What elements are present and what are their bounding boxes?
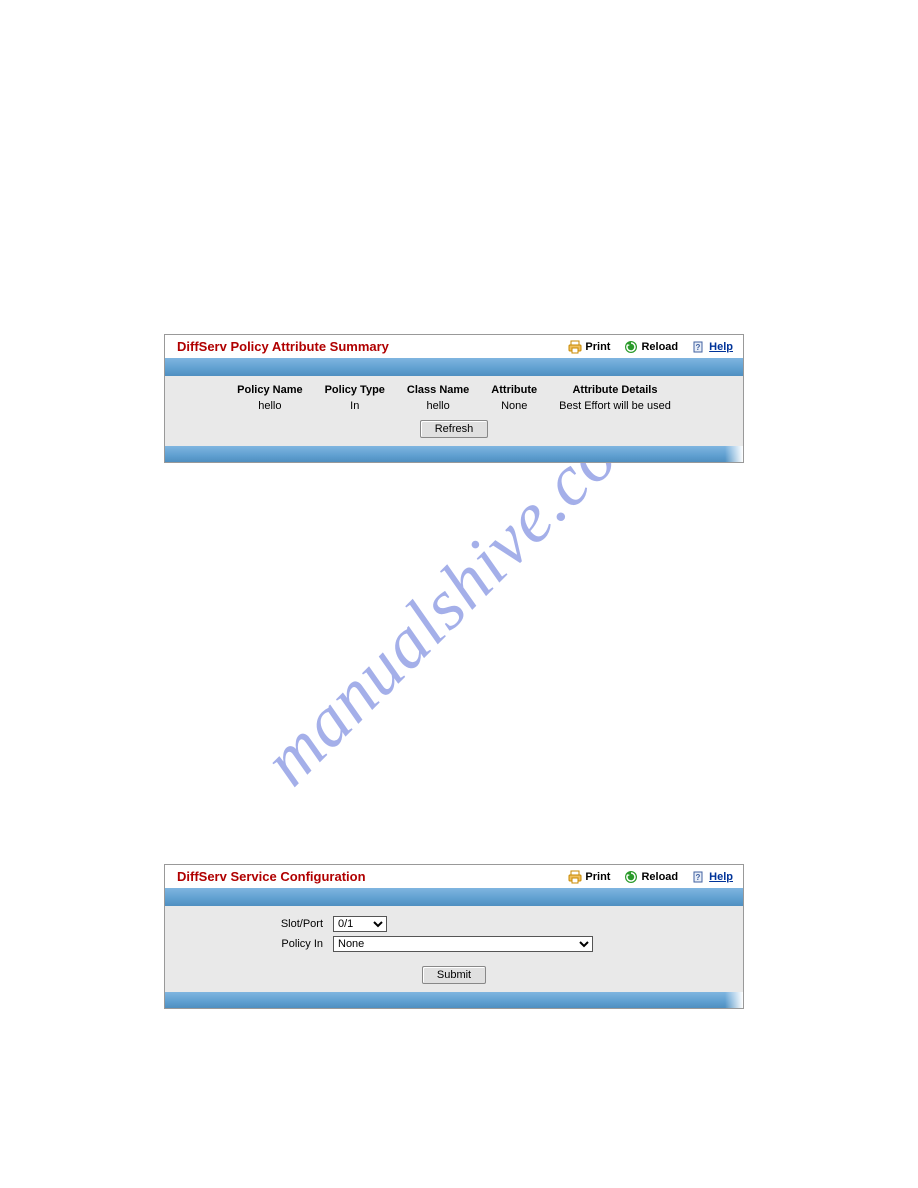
slot-port-select[interactable]: 0/1: [333, 916, 387, 932]
print-button[interactable]: Print: [568, 340, 610, 354]
policy-in-select[interactable]: None: [333, 936, 593, 952]
print-icon: [568, 340, 582, 354]
cell-policy-type: In: [325, 398, 385, 414]
cell-attribute-details: Best Effort will be used: [559, 398, 671, 414]
reload-icon: [624, 870, 638, 884]
decorative-band-bottom: [165, 446, 743, 462]
print-label: Print: [585, 871, 610, 883]
diffserv-policy-attribute-summary-panel: DiffServ Policy Attribute Summary Print …: [164, 334, 744, 463]
button-row: Submit: [173, 966, 735, 984]
col-policy-type: Policy Type: [325, 382, 385, 398]
decorative-band: [165, 888, 743, 906]
refresh-button[interactable]: Refresh: [420, 420, 489, 438]
print-label: Print: [585, 341, 610, 353]
panel-title: DiffServ Policy Attribute Summary: [177, 339, 568, 354]
policy-attribute-table: Policy Name Policy Type Class Name Attri…: [173, 382, 735, 414]
panel-body: Policy Name Policy Type Class Name Attri…: [165, 376, 743, 446]
toolbar: Print Reload ? Help: [568, 340, 733, 354]
help-label: Help: [709, 871, 733, 883]
panel-header: DiffServ Service Configuration Print Rel…: [165, 865, 743, 888]
svg-text:?: ?: [696, 873, 701, 882]
slot-port-row: Slot/Port 0/1: [173, 916, 735, 932]
reload-label: Reload: [641, 871, 678, 883]
col-attribute: Attribute: [491, 382, 537, 398]
col-class-name: Class Name: [407, 382, 469, 398]
diffserv-service-configuration-panel: DiffServ Service Configuration Print Rel…: [164, 864, 744, 1009]
decorative-band-bottom: [165, 992, 743, 1008]
print-icon: [568, 870, 582, 884]
help-icon: ?: [692, 870, 706, 884]
cell-class-name: hello: [407, 398, 469, 414]
panel-body: Slot/Port 0/1 Policy In None Submit: [165, 906, 743, 992]
help-icon: ?: [692, 340, 706, 354]
reload-button[interactable]: Reload: [624, 870, 678, 884]
toolbar: Print Reload ? Help: [568, 870, 733, 884]
help-label: Help: [709, 341, 733, 353]
reload-button[interactable]: Reload: [624, 340, 678, 354]
panel-header: DiffServ Policy Attribute Summary Print …: [165, 335, 743, 358]
button-row: Refresh: [173, 420, 735, 438]
policy-in-row: Policy In None: [173, 936, 735, 952]
slot-port-label: Slot/Port: [173, 918, 333, 930]
help-button[interactable]: ? Help: [692, 870, 733, 884]
col-policy-name: Policy Name: [237, 382, 302, 398]
svg-text:?: ?: [696, 343, 701, 352]
help-button[interactable]: ? Help: [692, 340, 733, 354]
submit-button[interactable]: Submit: [422, 966, 486, 984]
reload-label: Reload: [641, 341, 678, 353]
panel-title: DiffServ Service Configuration: [177, 869, 568, 884]
col-attribute-details: Attribute Details: [559, 382, 671, 398]
reload-icon: [624, 340, 638, 354]
policy-in-label: Policy In: [173, 938, 333, 950]
print-button[interactable]: Print: [568, 870, 610, 884]
cell-attribute: None: [491, 398, 537, 414]
cell-policy-name: hello: [237, 398, 302, 414]
decorative-band: [165, 358, 743, 376]
